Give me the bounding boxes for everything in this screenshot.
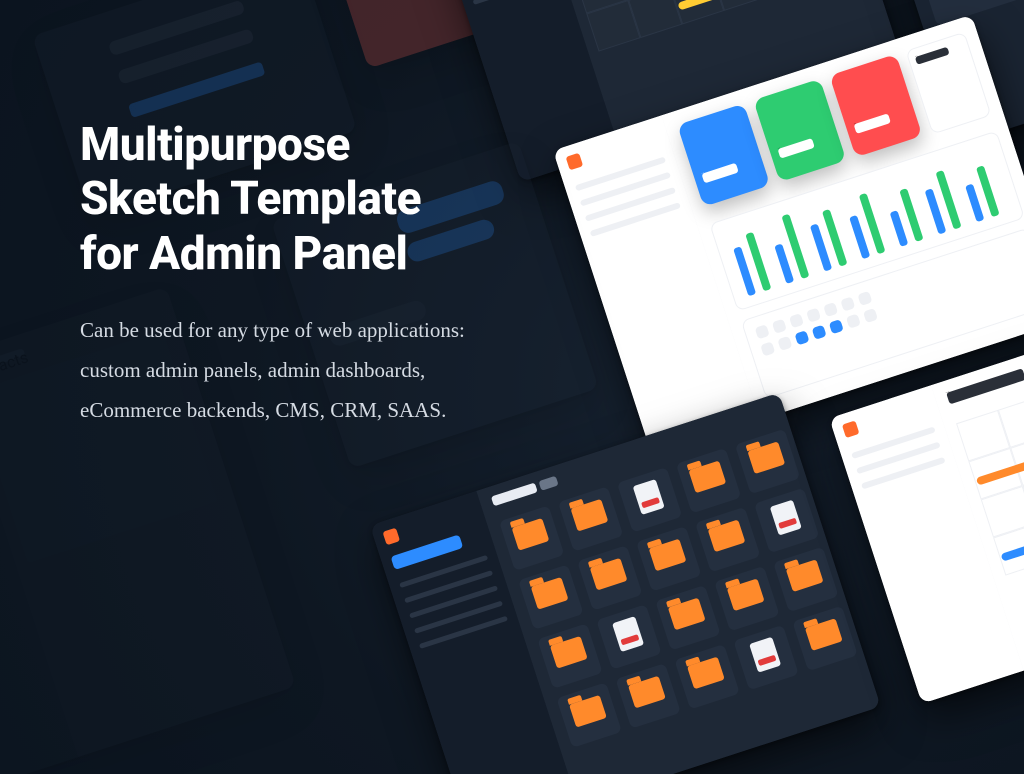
contacts-title: Contacts [0, 348, 25, 375]
calendar-light-title: Calendar [946, 368, 1024, 404]
stage: Contacts Calendar [0, 0, 1024, 774]
stat-card: 18.3k [830, 54, 923, 157]
dark-side-panel [859, 0, 1024, 144]
files-dark-card: Files 78 [370, 393, 881, 774]
stat-card: 18.7k [754, 79, 847, 182]
illustration-card [322, 0, 559, 69]
hero-title: Multipurpose Sketch Template for Admin P… [80, 118, 640, 281]
hero-subtitle: Can be used for any type of web applicat… [80, 311, 520, 431]
chart-card: 39.7k [906, 32, 992, 135]
files-title: Files [491, 483, 538, 507]
hero-text-block: Multipurpose Sketch Template for Admin P… [80, 118, 640, 430]
event-bar [677, 0, 746, 11]
calendar-light-card: Calendar April [829, 292, 1024, 704]
stat-card: 21.2k [678, 103, 771, 206]
